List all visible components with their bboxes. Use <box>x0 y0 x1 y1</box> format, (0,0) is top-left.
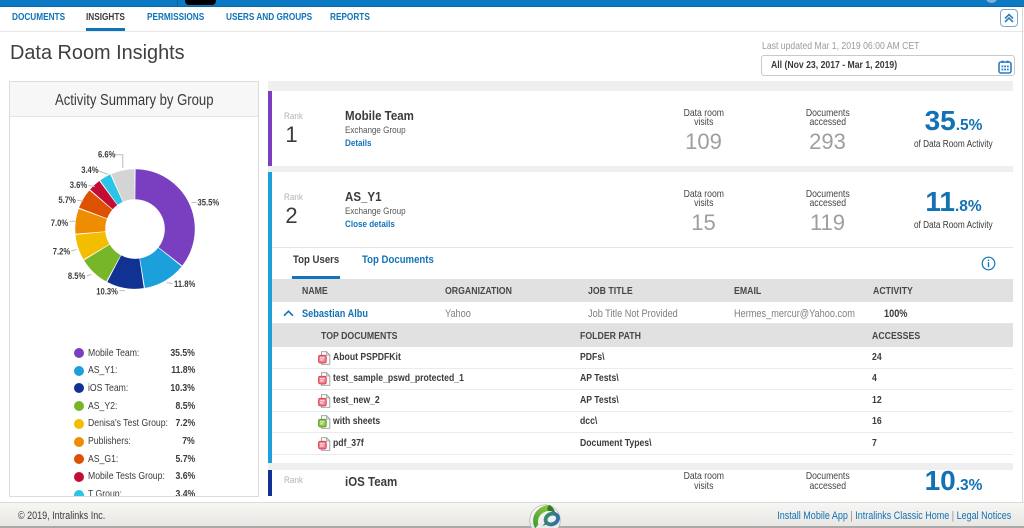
svg-text:7.0%: 7.0% <box>51 217 69 228</box>
svg-text:8.5%: 8.5% <box>68 270 86 281</box>
svg-text:10.3%: 10.3% <box>96 286 118 297</box>
svg-text:11.8%: 11.8% <box>174 279 196 290</box>
svg-text:7.2%: 7.2% <box>53 246 71 257</box>
svg-text:3.6%: 3.6% <box>70 180 88 191</box>
svg-text:6.6%: 6.6% <box>98 149 116 160</box>
svg-text:5.7%: 5.7% <box>58 195 76 206</box>
svg-text:3.4%: 3.4% <box>81 164 99 175</box>
svg-text:35.5%: 35.5% <box>198 197 220 208</box>
